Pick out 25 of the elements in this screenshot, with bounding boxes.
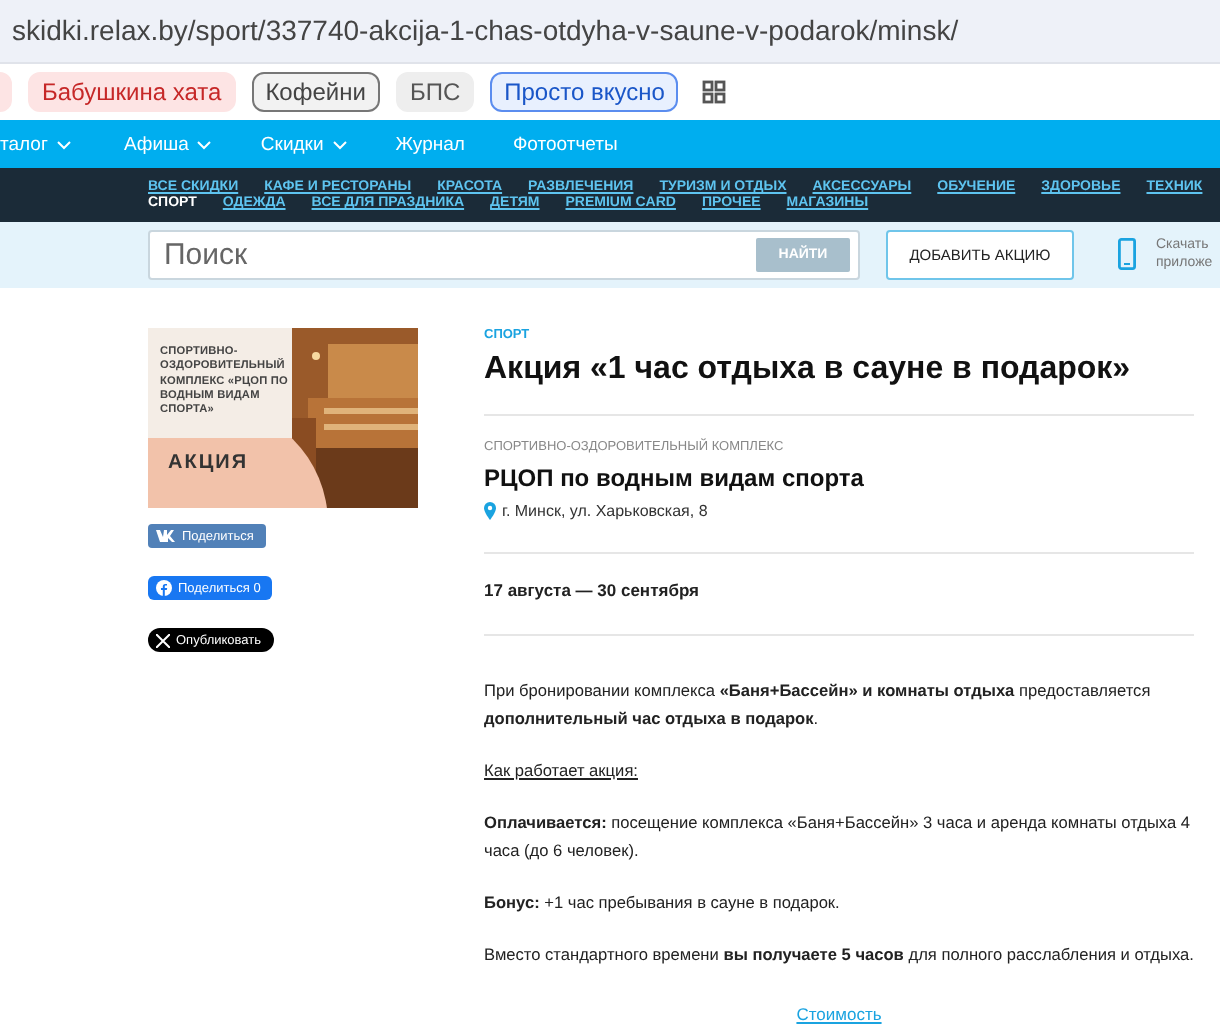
promotion-dates: 17 августа — 30 сентября (484, 580, 701, 600)
bookmark-chip[interactable]: Бабушкина хата (28, 71, 236, 112)
chevron-down-icon (55, 139, 72, 150)
facebook-logo-icon (156, 580, 172, 596)
x-logo-icon (156, 633, 170, 647)
bookmark-chip[interactable]: Просто вкусно (490, 71, 679, 112)
venue-name: РЦОП по водным видам спорта (484, 464, 866, 492)
phone-icon (1118, 238, 1136, 271)
chevron-down-icon (196, 139, 213, 150)
banner-label: АКЦИЯ (168, 452, 249, 474)
vk-logo-icon (156, 530, 176, 542)
chevron-down-icon (331, 139, 348, 150)
url-text: skidki.relax.by/sport/337740-akcija-1-chas-otdyha-v-saune-v-podarok/minsk/ (12, 14, 959, 47)
description-paragraph: Оплачивается: посещение комплекса «Баня+Бассейн» 3 часа и аренда комнаты отдыха 4 часа (до 6 человек). (484, 810, 1193, 864)
description-paragraph: Бонус: +1 час пребывания в сауне в подарок. (484, 890, 842, 916)
description-paragraph: При бронировании комплекса «Баня+Бассейн» и комнаты отдыха предоставляется дополнительный час отдыха в подарок. (484, 678, 1153, 732)
description-paragraph: Вместо стандартного времени вы получаете 5 часов для полного расслабления и отдыха. (484, 942, 1194, 968)
location-pin-icon (484, 502, 496, 520)
description-paragraph: Как работает акция: (484, 758, 640, 784)
venue-address: г. Минск, ул. Харьковская, 8 (502, 502, 708, 520)
apps-grid-icon[interactable] (702, 79, 727, 104)
bookmark-chip[interactable]: Кофейни (251, 71, 380, 112)
page-title: Акция «1 час отдыха в сауне в подарок» (484, 350, 1131, 390)
address-bar[interactable]: skidki.relax.by/sport/337740-akcija-1-chas-otdyha-v-saune-v-podarok/minsk/ (0, 0, 1220, 64)
bookmark-chip[interactable]: БПС (395, 71, 475, 112)
